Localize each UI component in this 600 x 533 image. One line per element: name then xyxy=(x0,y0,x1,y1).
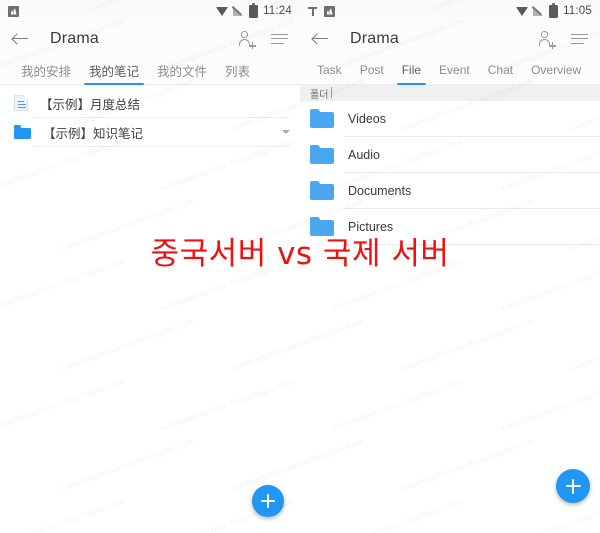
chevron-down-icon[interactable] xyxy=(282,130,290,134)
screenshot-root: 11:24 Drama 我的安排 我的笔记 我的文件 列表 【示例】月度总结 【… xyxy=(0,0,600,533)
hamburger-menu-icon[interactable] xyxy=(271,33,288,46)
left-note-list: 【示例】月度总结 【示例】知识笔记 xyxy=(0,85,300,147)
list-item-label: 【示例】知识笔记 xyxy=(43,126,144,141)
wifi-icon xyxy=(516,6,529,16)
tab-my-schedule[interactable]: 我的安排 xyxy=(12,56,80,84)
folder-name: Documents xyxy=(348,183,412,198)
right-tab-bar: Task Post File Event Chat Overview xyxy=(300,56,600,85)
table-row[interactable]: Videos xyxy=(300,101,600,136)
hamburger-menu-icon[interactable] xyxy=(571,33,588,46)
right-status-icons-left xyxy=(308,5,335,17)
back-arrow-icon[interactable] xyxy=(10,29,30,49)
wifi-icon xyxy=(216,6,229,16)
right-phone-panel: 11:05 Drama Task Post File Event Chat Ov… xyxy=(300,0,600,533)
list-divider xyxy=(344,244,600,245)
left-phone-panel: 11:24 Drama 我的安排 我的笔记 我的文件 列表 【示例】月度总结 【… xyxy=(0,0,300,533)
battery-icon xyxy=(249,2,259,18)
left-status-bar: 11:24 xyxy=(0,0,300,22)
tab-event[interactable]: Event xyxy=(430,56,479,84)
left-status-icons-left xyxy=(8,5,19,17)
document-icon xyxy=(14,95,28,111)
folder-icon xyxy=(14,125,31,139)
left-status-icons-right: 11:24 xyxy=(216,2,292,18)
app-square-icon xyxy=(324,5,335,17)
person-add-icon[interactable] xyxy=(237,30,256,50)
tab-overview[interactable]: Overview xyxy=(522,56,590,84)
list-divider xyxy=(34,146,290,147)
list-item-label: 【示例】月度总结 xyxy=(40,97,141,112)
right-folder-list: Videos Audio Documents Pictures xyxy=(300,101,600,245)
signal-off-icon xyxy=(533,6,544,16)
left-page-title: Drama xyxy=(50,30,100,47)
right-status-icons-right: 11:05 xyxy=(516,2,592,18)
tab-list[interactable]: 列表 xyxy=(216,56,259,84)
left-app-bar-actions xyxy=(237,30,290,50)
app-square-icon xyxy=(8,5,19,17)
tab-chat[interactable]: Chat xyxy=(479,56,522,84)
table-row[interactable]: Pictures xyxy=(300,209,600,244)
table-row[interactable]: Audio xyxy=(300,137,600,172)
tab-my-files[interactable]: 我的文件 xyxy=(148,56,216,84)
right-app-bar: Drama xyxy=(300,22,600,56)
folder-name: Pictures xyxy=(348,219,394,234)
right-status-bar: 11:05 xyxy=(300,0,600,22)
folder-section-header: 폴더 xyxy=(300,85,600,101)
person-add-icon[interactable] xyxy=(537,30,556,50)
list-item[interactable]: 【示例】月度总结 xyxy=(0,89,300,117)
right-page-title: Drama xyxy=(350,30,400,47)
tab-my-notes[interactable]: 我的笔记 xyxy=(80,56,148,85)
tab-post[interactable]: Post xyxy=(351,56,393,84)
battery-icon xyxy=(549,2,559,18)
right-app-bar-actions xyxy=(537,30,590,50)
folder-name: Audio xyxy=(348,147,380,162)
folder-icon xyxy=(310,145,334,164)
list-item[interactable]: 【示例】知识笔记 xyxy=(0,118,300,146)
right-status-time: 11:05 xyxy=(563,5,592,17)
left-status-time: 11:24 xyxy=(263,5,292,17)
folder-icon xyxy=(310,217,334,236)
folder-icon xyxy=(310,109,334,128)
tab-task[interactable]: Task xyxy=(308,56,351,84)
add-fab-button-right[interactable] xyxy=(556,469,590,503)
table-row[interactable]: Documents xyxy=(300,173,600,208)
back-arrow-icon[interactable] xyxy=(310,29,330,49)
folder-name: Videos xyxy=(348,111,386,126)
folder-icon xyxy=(310,181,334,200)
add-fab-button-left[interactable] xyxy=(252,485,284,517)
left-tab-bar: 我的安排 我的笔记 我的文件 列表 xyxy=(0,56,300,85)
tab-file[interactable]: File xyxy=(393,56,430,85)
signal-off-icon xyxy=(233,6,244,16)
antenna-icon xyxy=(308,6,319,17)
left-app-bar: Drama xyxy=(0,22,300,56)
